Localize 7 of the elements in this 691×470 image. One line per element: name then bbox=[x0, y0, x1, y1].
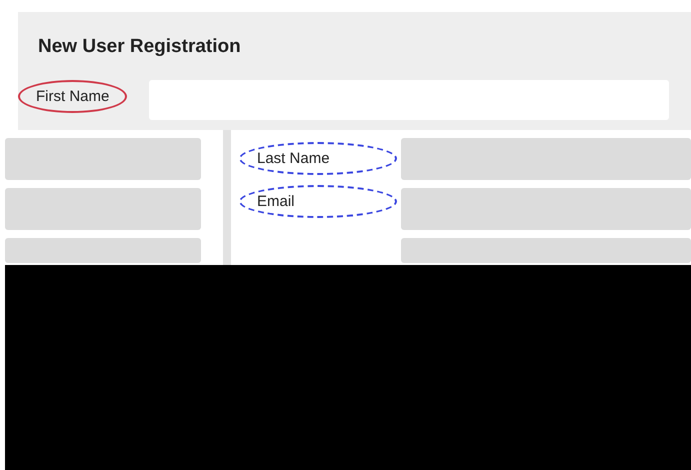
input-field[interactable] bbox=[401, 188, 691, 230]
field-label: First Name bbox=[18, 80, 128, 113]
input-field[interactable] bbox=[401, 238, 691, 263]
input-field[interactable] bbox=[401, 138, 691, 180]
form-title: New User Registration bbox=[38, 35, 242, 59]
field-label: Email bbox=[239, 185, 397, 218]
field-label: Last Name bbox=[239, 142, 397, 175]
